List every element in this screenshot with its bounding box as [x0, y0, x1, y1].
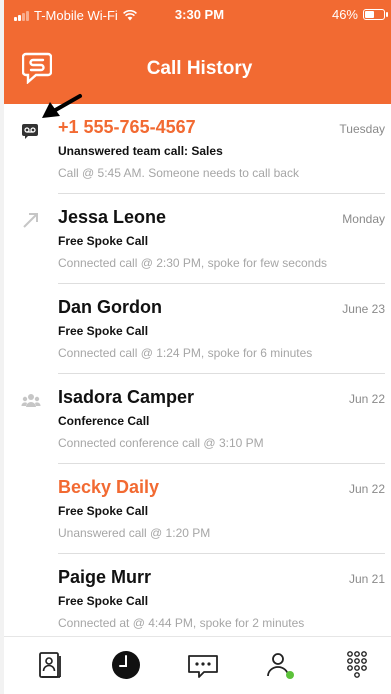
call-type: Free Spoke Call	[58, 504, 149, 518]
battery-group: 46%	[331, 7, 388, 22]
call-type: Free Spoke Call	[58, 324, 149, 338]
app-screen: T-Mobile Wi-Fi 3:30 PM 46% Call History	[0, 0, 391, 694]
call-date: Jun 22	[348, 482, 385, 496]
call-detail: Connected call @ 2:30 PM, spoke for few …	[58, 256, 327, 270]
caller-name: Becky Daily	[58, 477, 160, 497]
call-row[interactable]: Isadora Camper Jun 22 Conference Call Co…	[4, 374, 391, 464]
call-detail: Connected call @ 1:24 PM, spoke for 6 mi…	[58, 346, 313, 360]
caller-name: Isadora Camper	[58, 387, 195, 407]
status-bar: T-Mobile Wi-Fi 3:30 PM 46%	[4, 0, 391, 30]
caller-name: Dan Gordon	[58, 297, 162, 317]
call-date: Jun 21	[348, 572, 385, 586]
caller-name: Paige Murr	[58, 567, 152, 587]
call-detail: Connected conference call @ 3:10 PM	[58, 436, 264, 450]
call-type: Free Spoke Call	[58, 594, 149, 608]
voicemail-icon	[22, 124, 38, 139]
call-detail: Connected at @ 4:44 PM, spoke for 2 minu…	[58, 616, 305, 630]
call-date: Monday	[342, 212, 385, 226]
call-detail: Unanswered call @ 1:20 PM	[58, 526, 211, 540]
call-date: June 23	[342, 302, 385, 316]
battery-percent: 46%	[331, 7, 358, 22]
page-title: Call History	[146, 58, 253, 79]
call-row[interactable]: Dan Gordon June 23 Free Spoke Call Conne…	[4, 284, 391, 374]
call-detail: Call @ 5:45 AM. Someone needs to call ba…	[58, 166, 299, 180]
call-row[interactable]: Paige Murr Jun 21 Free Spoke Call Connec…	[4, 554, 391, 644]
call-date: Tuesday	[339, 122, 385, 136]
history-clock-icon[interactable]	[109, 648, 143, 682]
conference-icon	[21, 394, 41, 407]
call-row[interactable]: Jessa Leone Monday Free Spoke Call Conne…	[4, 194, 391, 284]
dialpad-icon[interactable]	[340, 648, 374, 682]
profile-icon[interactable]	[263, 648, 297, 682]
contacts-icon[interactable]	[32, 648, 66, 682]
app-header: T-Mobile Wi-Fi 3:30 PM 46% Call History	[4, 0, 391, 104]
bottom-tab-bar	[4, 636, 391, 694]
call-type: Conference Call	[58, 414, 150, 428]
call-row[interactable]: Becky Daily Jun 22 Free Spoke Call Unans…	[4, 464, 391, 554]
battery-icon	[363, 9, 388, 20]
caller-name: Jessa Leone	[58, 207, 167, 227]
call-date: Jun 22	[348, 392, 385, 406]
pointer-arrow-icon	[42, 94, 82, 118]
call-type: Unanswered team call: Sales	[58, 144, 223, 158]
outgoing-call-icon	[23, 213, 38, 228]
call-type: Free Spoke Call	[58, 234, 149, 248]
messages-icon[interactable]	[186, 648, 220, 682]
